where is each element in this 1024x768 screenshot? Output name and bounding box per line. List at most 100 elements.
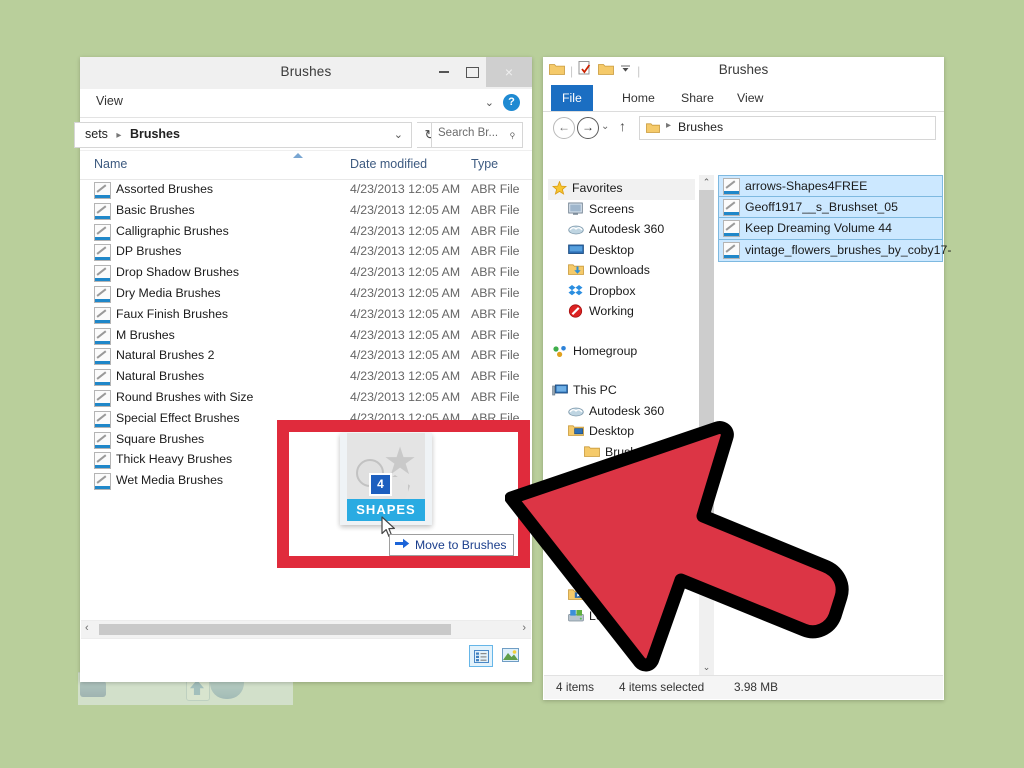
file-type: ABR File — [471, 244, 520, 259]
tab-file[interactable]: File — [551, 85, 593, 111]
right-window-title: Brushes — [718, 62, 769, 77]
file-name: arrows-Shapes4FREE — [745, 179, 868, 193]
horizontal-scrollbar[interactable]: ‹ › — [81, 620, 531, 638]
downloads-icon — [568, 263, 584, 278]
left-window-controls: × — [430, 57, 532, 89]
file-name: Round Brushes with Size — [116, 389, 254, 404]
file-name: Faux Finish Brushes — [116, 306, 229, 321]
screens-icon — [568, 202, 584, 217]
file-date-modified: 4/23/2013 12:05 AM — [350, 265, 461, 280]
abr-file-icon — [94, 306, 111, 324]
left-window-titlebar[interactable]: Brushes × — [80, 57, 532, 89]
abr-file-icon — [94, 410, 111, 428]
breadcrumb-separator-icon: ▸ — [116, 130, 122, 141]
scroll-left-icon[interactable]: ‹ — [85, 622, 89, 634]
left-explorer-window[interactable]: Brushes × View ⌄ ? sets ▸ Brushes ⌄ ↻ Se… — [74, 57, 532, 682]
table-row[interactable]: Dry Media Brushes 4/23/2013 12:05 AM ABR F… — [80, 284, 532, 305]
abr-file-icon — [94, 348, 111, 366]
file-date-modified: 4/23/2013 12:05 AM — [350, 327, 461, 342]
abr-file-icon — [94, 182, 111, 199]
file-name: vintage_flowers_brushes_by_coby17- — [745, 242, 952, 257]
maximize-button[interactable] — [458, 57, 486, 87]
help-icon[interactable]: ? — [503, 94, 520, 111]
file-date-modified: 4/23/2013 12:05 AM — [350, 182, 461, 196]
table-row[interactable]: Faux Finish Brushes 4/23/2013 12:05 AM ABR… — [80, 305, 532, 326]
table-row[interactable]: DP Brushes 4/23/2013 12:05 AM ABR File — [80, 242, 532, 263]
up-button[interactable]: ↑ — [619, 118, 626, 134]
list-item[interactable]: Keep Dreaming Volume 44 — [718, 217, 943, 241]
table-row[interactable]: Basic Brushes 4/23/2013 12:05 AM ABR File — [80, 201, 532, 222]
nav-tree-item-label: Autodesk 360 — [589, 403, 665, 418]
tab-home[interactable]: Home — [611, 85, 666, 111]
column-header-type[interactable]: Type — [471, 157, 498, 171]
search-icon: ⌕ — [504, 126, 520, 142]
forward-button[interactable]: → — [577, 117, 599, 139]
nav-scroll-up-icon[interactable]: ⌃ — [699, 175, 714, 190]
breadcrumb-parent[interactable]: sets — [85, 127, 108, 141]
table-row[interactable]: Assorted Brushes 4/23/2013 12:05 AM ABR Fi… — [80, 180, 532, 201]
list-item[interactable]: Geoff1917__s_Brushset_05 — [718, 196, 943, 220]
file-name: Wet Media Brushes — [116, 473, 224, 488]
nav-tree-item-label: Autodesk 360 — [589, 222, 665, 236]
back-button[interactable]: ← — [553, 117, 575, 139]
close-button[interactable]: × — [486, 57, 532, 87]
column-header-date-modified[interactable]: Date modified — [350, 157, 427, 171]
move-tooltip-label: Move to Brushes — [415, 538, 507, 552]
table-row[interactable]: M Brushes 4/23/2013 12:05 AM ABR File — [80, 326, 532, 347]
column-header-name[interactable]: Name — [94, 157, 127, 171]
recent-locations-chevron-icon[interactable]: ⌄ — [601, 121, 609, 132]
minimize-button[interactable] — [430, 57, 458, 87]
file-type: ABR File — [471, 389, 520, 404]
list-item[interactable]: arrows-Shapes4FREE — [718, 175, 943, 198]
drag-drop-tooltip: Move to Brushes — [389, 534, 515, 556]
drag-ghost-shapes-icon: ★ 4 SHAPES — [340, 433, 432, 525]
file-name: Keep Dreaming Volume 44 — [745, 221, 892, 236]
chevron-down-icon[interactable]: ⌄ — [485, 96, 494, 109]
file-date-modified: 4/23/2013 12:05 AM — [350, 202, 461, 217]
file-type: ABR File — [471, 202, 520, 217]
nav-tree-item-favorites[interactable]: Favorites — [548, 179, 695, 200]
address-chevron-down-icon[interactable]: ⌄ — [394, 128, 403, 141]
file-name: Natural Brushes — [116, 369, 205, 384]
breadcrumb: sets ▸ Brushes — [85, 127, 180, 141]
nav-tree-item-label: Screens — [589, 201, 635, 216]
search-input[interactable]: Search Br... ⌕ — [431, 122, 523, 148]
nav-tree-item-label: Dropbox — [589, 283, 636, 298]
sort-ascending-icon — [293, 153, 303, 158]
abr-icon — [723, 220, 740, 238]
nav-tree-item-label: Homegroup — [573, 343, 638, 358]
table-row[interactable]: Natural Brushes 4/23/2013 12:05 AM ABR Fil… — [80, 367, 532, 388]
tab-share[interactable]: Share — [670, 85, 725, 111]
right-address-bar[interactable]: ▸ Brushes — [639, 116, 936, 140]
scroll-thumb[interactable] — [99, 624, 451, 635]
file-name: Thick Heavy Brushes — [116, 452, 233, 467]
file-type: ABR File — [471, 327, 520, 342]
nav-tree-item-label: Favorites — [572, 181, 623, 195]
table-row[interactable]: Natural Brushes 2 4/23/2013 12:05 AM ABR F… — [80, 346, 532, 367]
details-view-icon[interactable] — [469, 645, 493, 667]
file-type: ABR File — [471, 265, 520, 280]
address-bar[interactable]: sets ▸ Brushes ⌄ — [74, 122, 412, 148]
abr-file-icon — [94, 202, 111, 220]
abr-file-icon — [94, 223, 111, 241]
file-type: ABR File — [471, 223, 520, 238]
tab-view[interactable]: View — [726, 85, 774, 111]
file-name: Dry Media Brushes — [116, 285, 221, 300]
abr-file-icon — [94, 452, 111, 470]
left-status-bar — [81, 638, 531, 681]
table-row[interactable]: Calligraphic Brushes 4/23/2013 12:05 AM AB… — [80, 222, 532, 243]
breadcrumb-current[interactable]: Brushes — [130, 127, 180, 141]
search-placeholder: Search Br... — [438, 127, 499, 139]
taskbar-icon-1 — [80, 681, 106, 697]
menu-item-view[interactable]: View — [96, 94, 123, 108]
file-name: Special Effect Brushes — [116, 410, 240, 425]
file-name: Calligraphic Brushes — [116, 223, 229, 238]
right-window-titlebar[interactable]: | | Brushes — [543, 57, 944, 85]
table-row[interactable]: Drop Shadow Brushes 4/23/2013 12:05 AM ABR… — [80, 263, 532, 284]
instructional-arrow — [504, 418, 1005, 748]
table-row[interactable]: Round Brushes with Size 4/23/2013 12:05 A… — [80, 388, 532, 409]
address-current-folder[interactable]: Brushes — [678, 120, 723, 134]
abr-icon — [723, 241, 740, 259]
list-item[interactable]: vintage_flowers_brushes_by_coby17- — [718, 238, 951, 262]
nav-tree-item-label: Working — [589, 304, 634, 318]
